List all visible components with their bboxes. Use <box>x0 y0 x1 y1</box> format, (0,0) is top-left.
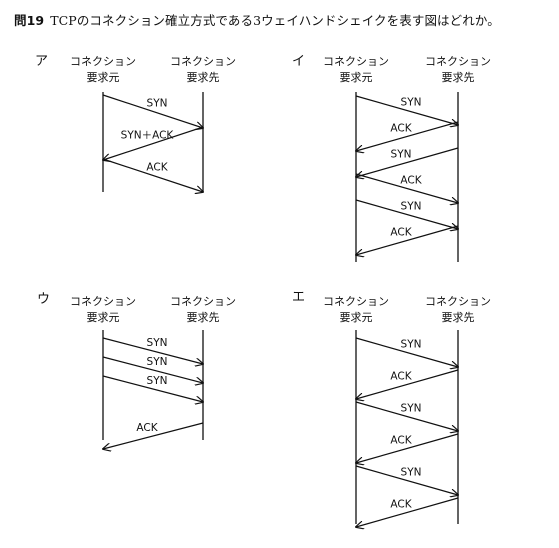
message-label: ACK <box>400 175 422 187</box>
option-label: ウ <box>37 292 50 307</box>
option-label: イ <box>292 54 305 69</box>
message-label: SYN＋ACK <box>121 130 175 142</box>
option-diagram: エコネクション要求元コネクション要求先SYNACKSYNACKSYNACK <box>292 290 491 527</box>
left-endpoint-label: コネクション <box>70 295 136 308</box>
left-endpoint-label: コネクション <box>323 295 389 308</box>
message-label: SYN <box>401 97 422 109</box>
left-endpoint-label: コネクション <box>323 55 389 68</box>
right-endpoint-label: 要求先 <box>442 311 475 324</box>
message-label: SYN <box>401 201 422 213</box>
right-endpoint-label: コネクション <box>425 55 491 68</box>
option-label: ア <box>35 54 48 69</box>
option-diagram: ウコネクション要求元コネクション要求先SYNSYNSYNACK <box>37 292 236 449</box>
left-endpoint-label: 要求元 <box>87 71 120 84</box>
message-label: SYN <box>147 375 168 387</box>
left-endpoint-label: 要求元 <box>340 311 373 324</box>
option-label: エ <box>292 290 305 305</box>
message-label: ACK <box>390 499 412 511</box>
right-endpoint-label: コネクション <box>170 295 236 308</box>
option-diagram: アコネクション要求元コネクション要求先SYNSYN＋ACKACK <box>35 54 236 192</box>
message-label: SYN <box>147 337 168 349</box>
message-label: SYN <box>401 339 422 351</box>
option-diagram: イコネクション要求元コネクション要求先SYNACKSYNACKSYNACK <box>292 54 491 262</box>
right-endpoint-label: コネクション <box>425 295 491 308</box>
right-endpoint-label: コネクション <box>170 55 236 68</box>
message-label: SYN <box>147 356 168 368</box>
message-label: SYN <box>391 149 412 161</box>
left-endpoint-label: コネクション <box>70 55 136 68</box>
message-label: ACK <box>390 123 412 135</box>
message-label: ACK <box>390 371 412 383</box>
message-label: SYN <box>401 467 422 479</box>
message-label: ACK <box>136 422 158 434</box>
message-label: SYN <box>147 98 168 110</box>
right-endpoint-label: 要求先 <box>442 71 475 84</box>
handshake-diagrams: アコネクション要求元コネクション要求先SYNSYN＋ACKACKイ コネクション要… <box>35 54 491 548</box>
left-endpoint-label: 要求元 <box>87 311 120 324</box>
left-endpoint-label: 要求元 <box>340 71 373 84</box>
message-label: ACK <box>390 435 412 447</box>
right-endpoint-label: 要求先 <box>187 71 220 84</box>
right-endpoint-label: 要求先 <box>187 311 220 324</box>
message-label: SYN <box>401 403 422 415</box>
message-label: ACK <box>146 162 168 174</box>
message-label: ACK <box>390 227 412 239</box>
